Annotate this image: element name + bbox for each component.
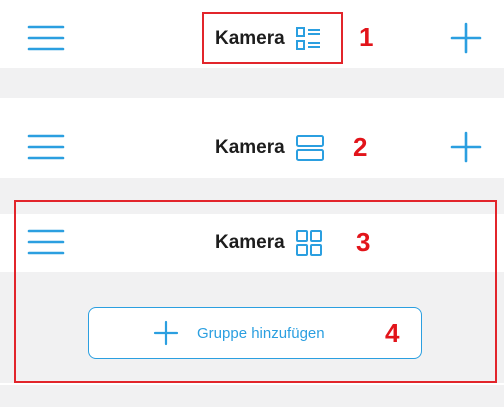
add-group-label: Gruppe hinzufügen — [197, 325, 325, 342]
page-title: Kamera — [215, 232, 285, 253]
grid-view-icon[interactable] — [295, 229, 323, 257]
add-icon[interactable] — [450, 22, 482, 54]
section-gap — [0, 385, 504, 407]
add-group-button[interactable]: Gruppe hinzufügen — [88, 307, 422, 359]
list-view-icon[interactable] — [295, 26, 321, 52]
add-icon[interactable] — [450, 131, 482, 163]
menu-icon[interactable] — [27, 25, 65, 51]
page-title: Kamera — [215, 137, 285, 158]
menu-icon[interactable] — [27, 229, 65, 255]
annotation-number: 4 — [385, 318, 400, 348]
section-gap — [0, 68, 504, 98]
annotation-number: 2 — [353, 132, 368, 162]
annotation-number: 3 — [356, 227, 371, 257]
large-tile-view-icon[interactable] — [295, 134, 325, 162]
page-title: Kamera — [215, 28, 285, 49]
add-icon — [153, 320, 179, 346]
menu-icon[interactable] — [27, 134, 65, 160]
annotation-number: 1 — [359, 22, 374, 52]
